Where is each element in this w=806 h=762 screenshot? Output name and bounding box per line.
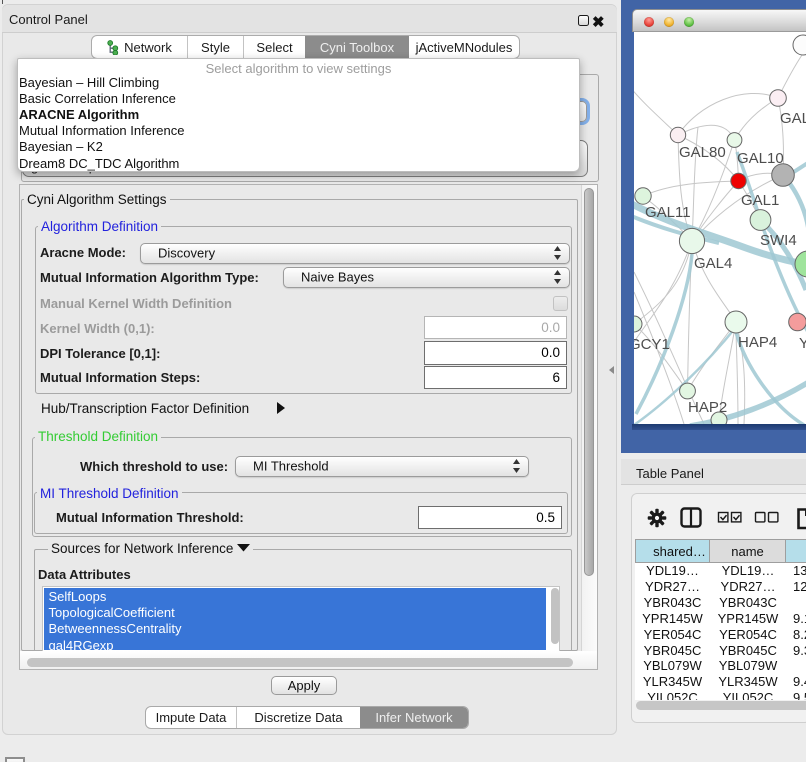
svg-text:GCY1: GCY1 bbox=[634, 336, 670, 353]
svg-text:GAL10: GAL10 bbox=[737, 150, 784, 167]
svg-text:YBR0: YBR0 bbox=[799, 335, 806, 352]
svg-text:SWI4: SWI4 bbox=[760, 232, 797, 249]
svg-text:GAL1: GAL1 bbox=[741, 192, 779, 209]
svg-text:GAL80: GAL80 bbox=[679, 144, 726, 161]
svg-text:GAL4: GAL4 bbox=[694, 255, 732, 272]
svg-text:HAP2: HAP2 bbox=[688, 399, 727, 416]
svg-text:GAL2: GAL2 bbox=[780, 110, 806, 127]
svg-text:GAL11: GAL11 bbox=[645, 204, 691, 221]
svg-text:HAP4: HAP4 bbox=[738, 334, 777, 351]
